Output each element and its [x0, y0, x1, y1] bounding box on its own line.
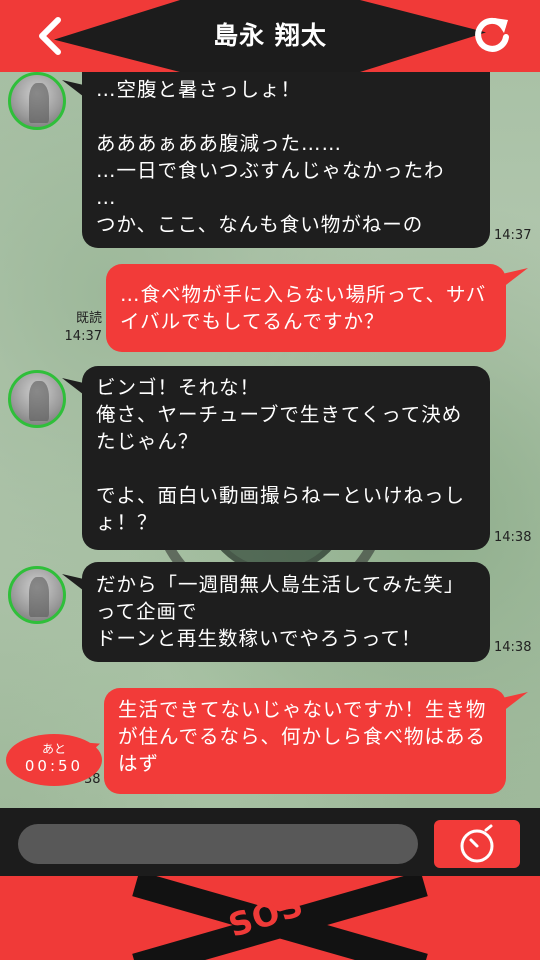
refresh-icon: [475, 17, 509, 52]
contact-name: 島永 翔太: [213, 21, 327, 50]
message-time: 14:37: [64, 329, 102, 344]
message-time: 14:38: [494, 640, 532, 655]
message-bubble-incoming: だから「一週間無人島生活してみた笑」って企画で ドーンと再生数稼いでやろうって！: [82, 562, 490, 662]
timer-label: あと: [41, 742, 66, 756]
read-receipt: 既読 14:37: [60, 310, 102, 346]
stopwatch-icon: [460, 824, 494, 863]
contact-avatar[interactable]: [8, 72, 66, 130]
read-label: 既読: [75, 311, 102, 326]
message-input[interactable]: [18, 824, 418, 864]
header-bar: 島永 翔太: [0, 0, 540, 72]
message-bubble-incoming: ビンゴ！それな！ 俺さ、ヤーチューブで生きてくって決めたじゃん？ でよ、面白い動…: [82, 366, 490, 550]
reply-timer-badge: あと 00:50: [6, 734, 102, 786]
message-time: 14:37: [494, 228, 532, 243]
composer-bar: [0, 808, 540, 876]
footer-bar: SOS: [0, 876, 540, 960]
chevron-left-icon: [39, 17, 61, 55]
contact-avatar[interactable]: [8, 566, 66, 624]
timer-countdown: 00:50: [24, 757, 84, 775]
back-button[interactable]: [30, 14, 74, 58]
message-bubble-outgoing: 生活できてないじゃないですか！生き物が住んでるなら、何かしら食べ物はあるはず: [104, 688, 506, 794]
message-bubble-outgoing: …食べ物が手に入らない場所って、サバイバルでもしてるんですか？: [106, 264, 506, 352]
send-button[interactable]: [434, 820, 520, 868]
contact-avatar[interactable]: [8, 370, 66, 428]
message-time: 14:38: [494, 530, 532, 545]
reload-button[interactable]: [470, 12, 514, 56]
message-bubble-incoming: …空腹と暑さっしょ！ あああぁああ腹減った…… …一日で食いつぶすんじゃなかった…: [82, 72, 490, 248]
